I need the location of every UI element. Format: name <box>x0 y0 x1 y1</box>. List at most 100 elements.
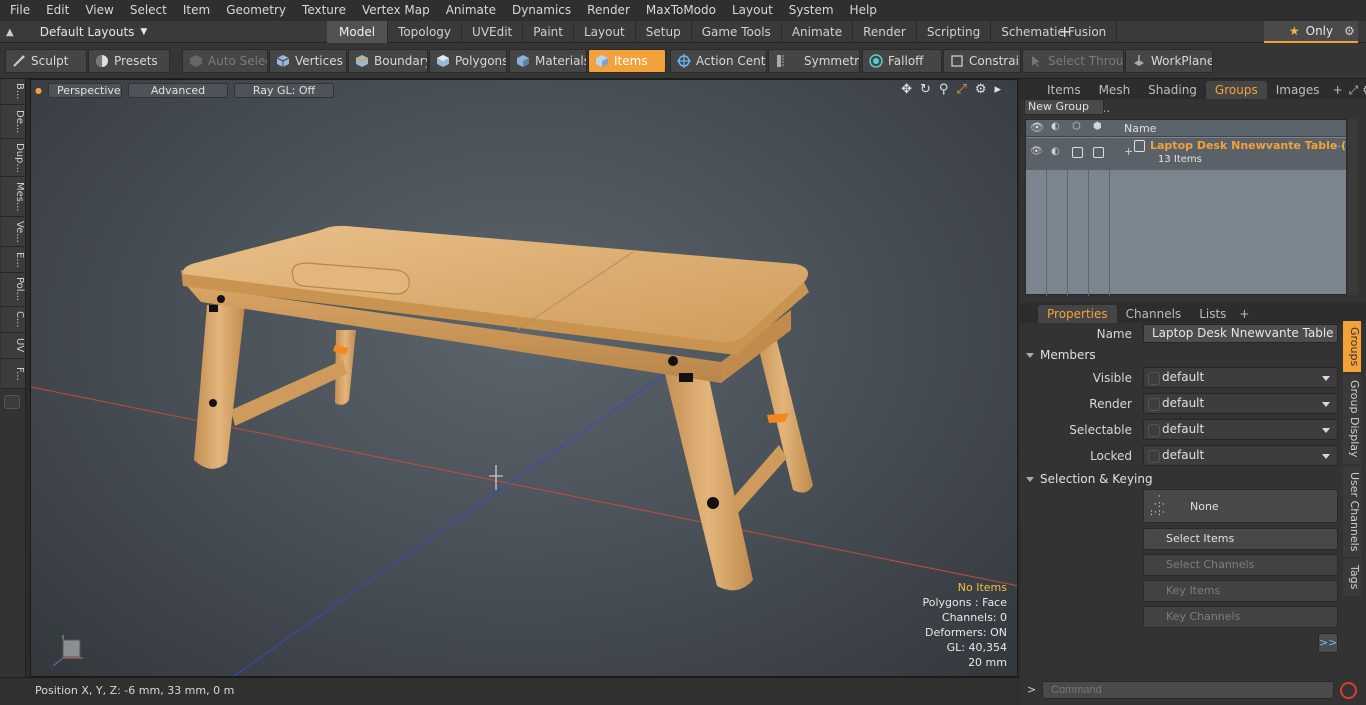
menu-render[interactable]: Render <box>579 0 638 21</box>
none-button[interactable]: · ·:·:·:· None <box>1143 489 1338 523</box>
maximize-view-icon[interactable]: ⤢ <box>956 82 966 97</box>
menu-animate[interactable]: Animate <box>438 0 504 21</box>
tab-animate[interactable]: Animate <box>782 21 854 43</box>
menu-texture[interactable]: Texture <box>294 0 354 21</box>
group-expand-icon[interactable]: + <box>1124 145 1133 158</box>
more-button[interactable]: >> <box>1318 633 1338 653</box>
menu-item[interactable]: Item <box>175 0 218 21</box>
left-tab-vertex[interactable]: Ve... <box>1 217 25 247</box>
left-tab-fusion[interactable]: F... <box>1 359 25 389</box>
group-list-scrollbar[interactable] <box>1348 119 1358 295</box>
presets-button[interactable]: Presets <box>88 49 170 73</box>
auto-select-button[interactable]: Auto Select <box>182 49 268 73</box>
left-tab-edge[interactable]: E... <box>1 247 25 273</box>
side-tab-group-display[interactable]: Group Display <box>1343 374 1361 464</box>
falloff-button[interactable]: Falloff <box>862 49 942 73</box>
layout-options-icon[interactable]: ⚙ <box>1344 24 1355 38</box>
tab-layout[interactable]: Layout <box>574 21 636 43</box>
selection-keying-section[interactable]: Selection & Keying <box>1026 472 1153 486</box>
tab-items[interactable]: Items <box>1038 81 1090 99</box>
tab-render[interactable]: Render <box>853 21 917 43</box>
members-section[interactable]: Members <box>1026 348 1096 362</box>
group-visible-icon[interactable]: 👁 <box>1030 146 1043 157</box>
tab-groups[interactable]: Groups <box>1205 81 1267 99</box>
menu-system[interactable]: System <box>781 0 842 21</box>
command-input[interactable] <box>1042 681 1334 699</box>
tab-topology[interactable]: Topology <box>388 21 463 43</box>
symmetry-button[interactable]: Symmetry <box>768 49 860 73</box>
perspective-button[interactable]: Perspective <box>47 82 122 98</box>
left-tab-basic[interactable]: B... <box>1 79 25 105</box>
locked-dropdown[interactable]: default <box>1143 445 1338 466</box>
side-tab-tags[interactable]: Tags <box>1343 559 1361 596</box>
zoom-view-icon[interactable]: ⚲ <box>939 82 949 97</box>
menu-file[interactable]: File <box>0 0 38 21</box>
side-tab-user-channels[interactable]: User Channels <box>1343 465 1361 558</box>
selectable-dropdown[interactable]: default <box>1143 419 1338 440</box>
layout-up-icon[interactable]: ▲ <box>6 27 14 38</box>
visible-dropdown[interactable]: default <box>1143 367 1338 388</box>
view-settings-icon[interactable]: ⚙ <box>975 82 987 97</box>
tab-paint[interactable]: Paint <box>523 21 574 43</box>
tab-mesh[interactable]: Mesh ... <box>1090 81 1140 115</box>
left-tab-duplicate[interactable]: Dup... <box>1 139 25 177</box>
menu-view[interactable]: View <box>77 0 121 21</box>
left-tab-polygon[interactable]: Pol... <box>1 273 25 307</box>
side-tab-groups[interactable]: Groups <box>1343 321 1361 373</box>
tab-model[interactable]: Model <box>327 21 389 43</box>
tab-setup[interactable]: Setup <box>636 21 692 43</box>
boundary-button[interactable]: Boundary <box>348 49 428 73</box>
raygl-button[interactable]: Ray GL: Off <box>233 82 334 98</box>
add-panel-tab-button[interactable]: + <box>1329 81 1347 99</box>
add-properties-tab-button[interactable]: + <box>1235 305 1253 323</box>
key-channels-button[interactable]: Key Channels <box>1143 606 1338 628</box>
menu-maxtomodo[interactable]: MaxToModo <box>638 0 724 21</box>
sculpt-button[interactable]: Sculpt <box>5 49 87 73</box>
add-tab-button[interactable]: + <box>1058 21 1072 43</box>
view-expand-icon[interactable]: ▸ <box>994 82 1001 97</box>
workplane-button[interactable]: WorkPlane <box>1125 49 1213 73</box>
tab-scripting[interactable]: Scripting <box>917 21 992 43</box>
menu-geometry[interactable]: Geometry <box>218 0 294 21</box>
select-channels-button[interactable]: Select Channels <box>1143 554 1338 576</box>
tab-properties[interactable]: Properties <box>1038 305 1117 323</box>
tab-lists[interactable]: Lists <box>1190 305 1235 323</box>
name-field[interactable]: Laptop Desk Nnewvante Table (3) <box>1143 324 1338 343</box>
menu-dynamics[interactable]: Dynamics <box>504 0 579 21</box>
rotate-view-icon[interactable]: ↻ <box>920 82 931 97</box>
group-lock-checkbox[interactable] <box>1093 147 1104 158</box>
left-tab-mesh-edit[interactable]: Mes... <box>1 177 25 217</box>
viewport-menu-dot[interactable]: ● <box>35 86 42 95</box>
visibility-eye-icon[interactable]: 👁 <box>1030 121 1044 134</box>
render-dropdown[interactable]: default <box>1143 393 1338 414</box>
menu-help[interactable]: Help <box>842 0 885 21</box>
left-tab-curve[interactable]: C... <box>1 307 25 333</box>
tab-channels[interactable]: Channels <box>1117 305 1191 323</box>
select-items-button[interactable]: Select Items <box>1143 528 1338 550</box>
polygons-button[interactable]: Polygons <box>429 49 507 73</box>
group-selectable-checkbox[interactable] <box>1072 147 1083 158</box>
key-items-button[interactable]: Key Items <box>1143 580 1338 602</box>
group-more-icon[interactable]: … <box>1334 139 1344 150</box>
move-view-icon[interactable]: ✥ <box>901 82 912 97</box>
new-group-button[interactable]: New Group <box>1024 99 1104 115</box>
3d-viewport[interactable]: ● Perspective Advanced Ray GL: Off ✥ ↻ ⚲… <box>30 79 1018 677</box>
tab-schematic-fusion[interactable]: Schematic Fusion <box>991 21 1118 43</box>
left-tab-uv[interactable]: UV <box>1 333 25 359</box>
menu-select[interactable]: Select <box>122 0 175 21</box>
items-button[interactable]: Items 5 <box>588 49 666 73</box>
selectable-icon[interactable]: ⬡ <box>1072 121 1081 132</box>
menu-edit[interactable]: Edit <box>38 0 77 21</box>
action-center-button[interactable]: Action Center <box>670 49 767 73</box>
left-tab-collapse-icon[interactable] <box>4 395 20 409</box>
tab-game-tools[interactable]: Game Tools <box>692 21 782 43</box>
command-record-icon[interactable] <box>1340 682 1357 699</box>
tab-images[interactable]: Images <box>1267 81 1329 99</box>
select-through-button[interactable]: Select Through <box>1022 49 1124 73</box>
render-icon[interactable]: ◐ <box>1051 121 1060 132</box>
group-render-icon[interactable]: ◐ <box>1051 146 1060 157</box>
menu-vertex-map[interactable]: Vertex Map <box>354 0 438 21</box>
tab-shading[interactable]: Shading <box>1139 81 1206 99</box>
advanced-button[interactable]: Advanced <box>127 82 228 98</box>
panel-settings-icon[interactable]: ⚙ <box>1360 81 1366 99</box>
